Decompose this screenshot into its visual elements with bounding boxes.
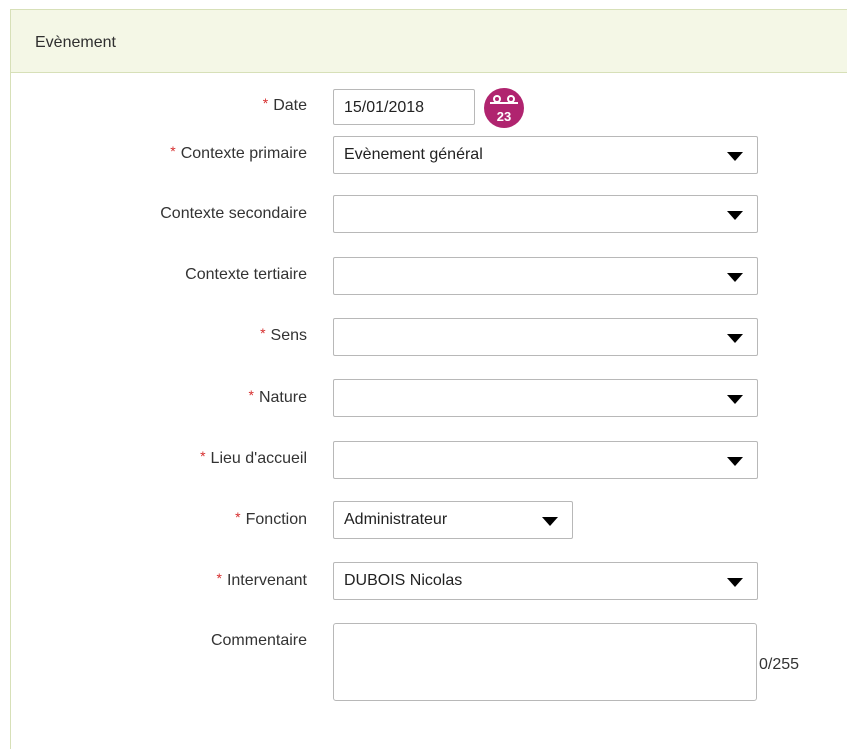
intervenant-select[interactable]: DUBOIS Nicolas [333,562,758,600]
date-input[interactable]: 15/01/2018 [333,89,475,125]
required-marker: * [262,95,269,111]
fonction-label: * Fonction [235,509,307,528]
lieu-accueil-select[interactable] [333,441,758,479]
chevron-down-icon [727,578,743,587]
required-marker: * [235,509,241,525]
sens-select[interactable] [333,318,758,356]
calendar-day: 23 [497,109,511,124]
required-marker: * [200,448,206,464]
contexte-primaire-select[interactable]: Evènement général [333,136,758,174]
contexte-secondaire-select[interactable] [333,195,758,233]
chevron-down-icon [727,334,743,343]
nature-select[interactable] [333,379,758,417]
chevron-down-icon [727,395,743,404]
fonction-select[interactable]: Administrateur [333,501,573,539]
panel-title: Evènement [35,34,116,51]
required-marker: * [260,325,266,341]
chevron-down-icon [727,211,743,220]
required-marker: * [170,143,176,159]
chevron-down-icon [727,457,743,466]
commentaire-textarea[interactable] [333,623,757,701]
contexte-secondaire-label: Contexte secondaire [160,205,307,222]
intervenant-label: * Intervenant [216,570,307,589]
commentaire-label: Commentaire [210,632,307,649]
sens-label: * Sens [260,325,307,344]
date-label: * Date [262,95,307,114]
calendar-icon[interactable]: 23 [484,88,524,128]
contexte-primaire-label: * Contexte primaire [170,143,307,162]
lieu-accueil-label: * Lieu d'accueil [200,448,307,467]
chevron-down-icon [727,152,743,161]
character-counter: 0/255 [759,656,800,673]
panel-header: Evènement [11,10,847,73]
required-marker: * [248,387,254,403]
chevron-down-icon [542,517,558,526]
contexte-tertiaire-select[interactable] [333,257,758,295]
nature-label: * Nature [248,387,307,406]
chevron-down-icon [727,273,743,282]
required-marker: * [216,570,222,586]
contexte-tertiaire-label: Contexte tertiaire [185,266,307,283]
